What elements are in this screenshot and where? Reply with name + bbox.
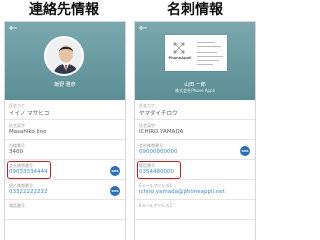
field-row: 氏名カナ ヤマダイチロウ [135, 100, 255, 120]
contact-info-screen: ← 飯野 雅彦 氏名カナ イイノ マサヒコ 氏名英字 Masahiko Iino 内線番… [4, 21, 126, 240]
field-value: ICHIRO YAMADA [139, 129, 184, 135]
avatar [44, 36, 84, 76]
field-row: 氏名英字 Masahiko Iino [5, 120, 125, 140]
field-value[interactable]: ichiro.yamada@phoneappli.net [139, 189, 225, 195]
field-row[interactable]: 個人携帯番号 03322222222 SMS [5, 180, 125, 200]
field-row: 内線番号 3400 [5, 140, 125, 160]
card-company-name: 株式会社Phone Appli [175, 88, 215, 93]
field-value[interactable]: 09000000000 [139, 149, 178, 155]
field-value[interactable]: 0354480000 [139, 169, 174, 175]
field-row[interactable]: 会社携帯番号 09000000000 SMS [135, 140, 255, 160]
contact-name: 飯野 雅彦 [54, 82, 76, 88]
field-row[interactable]: Eメールアドレス1 ichiro.yamada@phoneappli.net [135, 180, 255, 200]
field-row[interactable]: 会社携帯番号 09033334444 SMS [5, 160, 125, 180]
contact-header: ← 飯野 雅彦 [5, 22, 125, 100]
contact-field-list: 氏名カナ イイノ マサヒコ 氏名英字 Masahiko Iino 内線番号 3400 会社携… [5, 100, 125, 220]
field-label: 電話番号 [9, 203, 25, 208]
field-value: イイノ マサヒコ [9, 111, 50, 117]
field-row: 氏名カナ イイノ マサヒコ [5, 100, 125, 120]
field-row: 氏名英字 ICHIRO YAMADA [135, 120, 255, 140]
field-value[interactable]: 03322222222 [9, 189, 48, 195]
field-value: Masahiko Iino [9, 129, 47, 135]
phoneappli-logo-icon [173, 42, 185, 54]
business-card-info-title: 名刺情報 [167, 2, 223, 18]
back-arrow-icon[interactable]: ← [139, 23, 147, 35]
field-label: Eメールアドレス2 [139, 203, 173, 208]
business-card-info-screen: ← PhoneAppli 山田 一郎 株式会社Phone Appli 氏名カナヤ… [134, 21, 256, 240]
field-value: 3400 [9, 149, 23, 155]
sms-button[interactable]: SMS [110, 166, 120, 176]
sms-button[interactable]: SMS [240, 146, 250, 156]
back-arrow-icon[interactable]: ← [9, 23, 17, 35]
field-value[interactable]: 09033334444 [9, 169, 48, 175]
field-row[interactable]: 電話番号 0354480000 [135, 160, 255, 180]
card-field-list: 氏名カナ ヤマダイチロウ 氏名英字 ICHIRO YAMADA 会社携帯番号 090000… [135, 100, 255, 220]
sms-button[interactable]: SMS [110, 186, 120, 196]
field-row: 電話番号 [5, 200, 125, 220]
card-header: ← PhoneAppli 山田 一郎 株式会社Phone Appli [135, 22, 255, 100]
card-person-name: 山田 一郎 [184, 82, 206, 88]
field-value: ヤマダイチロウ [139, 111, 178, 117]
business-card-image[interactable]: PhoneAppli [165, 35, 227, 71]
field-row: Eメールアドレス2 [135, 200, 255, 220]
card-logo-text: PhoneAppli [168, 56, 192, 60]
contact-info-title: 連絡先情報 [29, 2, 99, 18]
